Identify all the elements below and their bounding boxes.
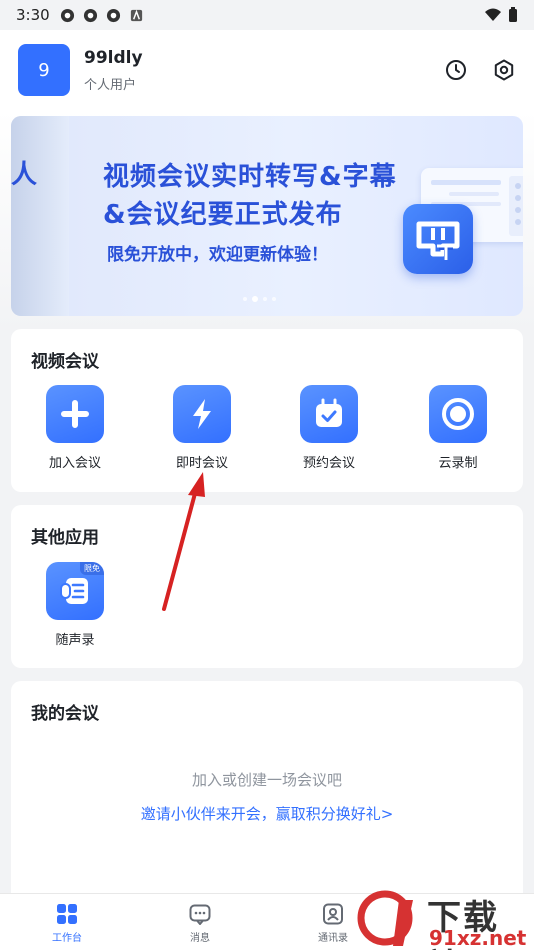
app-label: 预约会议 [302,456,355,471]
history-clock-icon[interactable] [444,58,468,82]
user-header: 9 99ldly 个人用户 [0,30,534,110]
tab-workbench[interactable]: 工作台 [32,903,102,944]
app-label: 即时会议 [175,456,228,471]
status-bar: 3:30 [0,0,534,30]
carousel-dots [243,296,276,302]
settings-gear-icon[interactable] [492,58,516,82]
watermark-logo-icon [357,890,413,946]
user-type: 个人用户 [84,77,137,93]
banner-subtitle: 限免开放中，欢迎更新体验！ [107,245,328,265]
free-badge: 限免 [80,562,104,575]
user-info: 99ldly 个人用户 [84,48,143,93]
schedule-meeting-button[interactable]: 预约会议 [279,385,379,471]
carousel-dot [263,297,267,301]
banner-title-line2: &会议纪要正式发布 [103,200,343,230]
app-label: 随声录 [55,633,95,648]
carousel-dot [272,297,276,301]
banner-prev-slide [11,116,69,316]
invite-link[interactable]: 邀请小伙伴来开会，赢取积分换好礼> [11,803,523,824]
my-meetings-card: 我的会议 加入或创建一场会议吧 邀请小伙伴来开会，赢取积分换好礼> [11,681,523,893]
battery-icon [509,7,517,22]
grid-icon [57,904,77,924]
app-label: 加入会议 [48,456,101,471]
promo-banner[interactable]: 人 视频会议实时转写&字幕 &会议纪要正式发布 限免开放中，欢迎更新体验！ [11,116,523,316]
join-meeting-button[interactable]: 加入会议 [25,385,125,471]
transcript-app-icon [403,204,473,274]
carousel-dot [243,297,247,301]
calendar-check-icon [300,385,358,443]
other-apps-card: 其他应用 限免 随声录 [11,505,523,668]
contacts-icon [323,903,343,925]
section-title: 其他应用 [31,528,99,548]
banner-prev-text: 人 [11,160,38,190]
status-time: 3:30 [16,6,50,24]
avatar[interactable]: 9 [18,44,70,96]
empty-state-text: 加入或创建一场会议吧 [191,771,342,789]
cloud-record-button[interactable]: 云录制 [408,385,508,471]
record-icon [429,385,487,443]
app-notification-icon [60,8,74,22]
watermark-url: 91xz.net [429,926,527,950]
chat-icon [189,904,211,925]
tab-label: 消息 [190,933,210,944]
tab-label: 工作台 [52,933,82,944]
voice-note-app-button[interactable]: 限免 随声录 [25,562,125,648]
app-label: 云录制 [438,456,478,471]
lightning-icon [173,385,231,443]
tab-messages[interactable]: 消息 [165,903,235,944]
banner-title-line1: 视频会议实时转写&字幕 [103,162,397,192]
voice-note-icon: 限免 [46,562,104,620]
username: 99ldly [84,47,143,68]
app-notification-icon [106,8,120,22]
video-meeting-card: 视频会议 加入会议 即时会议 预约会议 云录制 [11,329,523,492]
text-notification-icon [130,9,142,21]
section-title: 我的会议 [31,704,99,724]
section-title: 视频会议 [31,352,99,372]
wifi-icon [485,8,501,21]
carousel-dot-active [252,296,258,302]
instant-meeting-button[interactable]: 即时会议 [152,385,252,471]
app-notification-icon [83,8,97,22]
site-watermark: 下载站 91xz.net [355,888,534,950]
plus-icon [46,385,104,443]
